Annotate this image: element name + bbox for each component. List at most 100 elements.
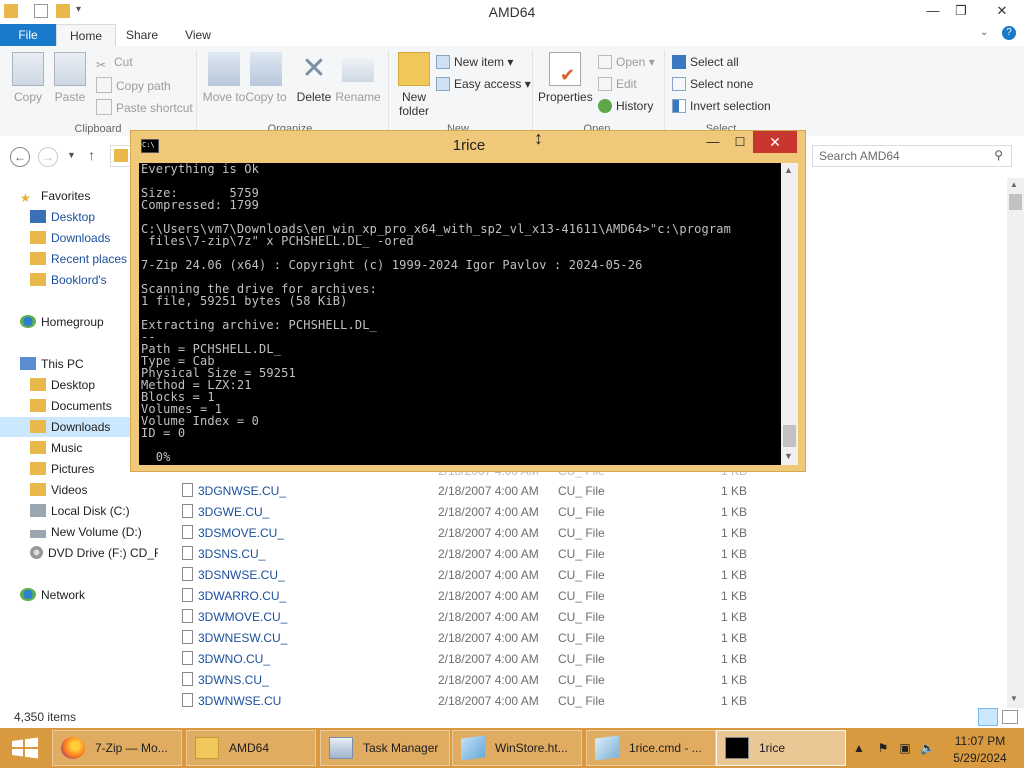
up-arrow-icon[interactable]: ↑ — [88, 147, 95, 163]
details-view-icon[interactable] — [978, 708, 998, 726]
tray-overflow-icon[interactable]: ▲ — [852, 741, 866, 755]
file-date: 2/18/2007 4:00 AM — [438, 484, 539, 498]
open-button[interactable]: Open ▾ — [598, 55, 655, 73]
cut-button[interactable]: ✂ Cut — [96, 55, 133, 73]
scroll-thumb[interactable] — [783, 425, 796, 447]
tab-home[interactable]: Home — [56, 24, 116, 47]
maximize-icon[interactable]: ❐ — [946, 0, 976, 22]
ribbon-expand-icon[interactable]: ⌄ — [980, 27, 988, 38]
nav-documents[interactable]: Documents — [30, 396, 112, 416]
copy-to-button[interactable]: Copy to — [242, 52, 290, 104]
console-output[interactable]: Everything is Ok Size: 5759 Compressed: … — [139, 163, 781, 465]
console-scrollbar[interactable] — [781, 163, 798, 465]
close-icon[interactable]: ✕ — [753, 131, 797, 153]
drive-icon — [30, 504, 46, 517]
nav-downloads[interactable]: Downloads — [30, 228, 110, 248]
volume-icon[interactable]: 🔈 — [920, 741, 935, 755]
select-none-button[interactable]: Select none — [672, 77, 753, 95]
help-icon[interactable]: ? — [1002, 26, 1016, 40]
delete-button[interactable]: ✕ Delete — [290, 52, 338, 104]
taskbar-button[interactable]: 1rice — [716, 730, 846, 766]
copy-button[interactable]: Copy — [4, 52, 52, 104]
edit-button[interactable]: Edit — [598, 77, 637, 95]
start-button[interactable] — [0, 728, 50, 768]
table-row[interactable]: 3DSNS.CU_ 2/18/2007 4:00 AM CU_ File 1 KB — [178, 544, 998, 565]
taskbar-button[interactable]: AMD64 — [186, 730, 316, 766]
nav-homegroup[interactable]: Homegroup — [20, 312, 104, 332]
nav-this-pc[interactable]: This PC — [20, 354, 84, 374]
nav-recent-places[interactable]: Recent places — [30, 249, 127, 269]
nav-music[interactable]: Music — [30, 438, 82, 458]
minimize-icon[interactable]: — — [918, 0, 948, 22]
table-row[interactable]: 3DWARRO.CU_ 2/18/2007 4:00 AM CU_ File 1 KB — [178, 586, 998, 607]
copy-path-icon — [96, 77, 112, 93]
tab-share[interactable]: Share — [116, 24, 168, 46]
nav-dvd-drive[interactable]: DVD Drive (F:) CD_R — [30, 543, 158, 563]
scroll-up-icon[interactable]: ▲ — [1010, 180, 1018, 189]
table-row[interactable]: 3DSNWSE.CU_ 2/18/2007 4:00 AM CU_ File 1 KB — [178, 565, 998, 586]
nav-local-disk[interactable]: Local Disk (C:) — [30, 501, 130, 521]
paste-shortcut-button[interactable]: Paste shortcut — [96, 99, 193, 117]
search-input[interactable]: Search AMD64 ⚲ — [812, 145, 1012, 167]
nav-pc-downloads[interactable]: Downloads — [30, 417, 110, 437]
invert-selection-button[interactable]: Invert selection — [672, 99, 771, 117]
close-icon[interactable]: ✕ — [980, 0, 1024, 22]
nav-pictures[interactable]: Pictures — [30, 459, 94, 479]
easy-access-button[interactable]: Easy access ▾ — [436, 77, 531, 95]
clock-date[interactable]: 5/29/2024 — [940, 751, 1020, 765]
table-row[interactable]: 3DWMOVE.CU_ 2/18/2007 4:00 AM CU_ File 1 KB — [178, 607, 998, 628]
nav-favorites[interactable]: ★ Favorites — [20, 186, 90, 206]
move-to-button[interactable]: Move to — [200, 52, 248, 104]
table-row[interactable]: 3DGWE.CU_ 2/18/2007 4:00 AM CU_ File 1 KB — [178, 502, 998, 523]
table-row[interactable]: 3DWNESW.CU_ 2/18/2007 4:00 AM CU_ File 1 KB — [178, 628, 998, 649]
table-row[interactable]: 3DWNWSE.CU 2/18/2007 4:00 AM CU_ File 1 KB — [178, 691, 998, 712]
large-icons-view-icon[interactable] — [1002, 710, 1018, 724]
clock-time[interactable]: 11:07 PM — [940, 734, 1020, 748]
table-row[interactable]: 3DWNS.CU_ 2/18/2007 4:00 AM CU_ File 1 KB — [178, 670, 998, 691]
scroll-down-icon[interactable]: ▼ — [784, 451, 793, 461]
file-size: 1 KB — [721, 631, 748, 645]
nav-pc-desktop[interactable]: Desktop — [30, 375, 95, 395]
properties-button[interactable]: ✔ Properties — [538, 52, 593, 104]
select-all-button[interactable]: Select all — [672, 55, 739, 73]
nav-desktop[interactable]: Desktop — [30, 207, 95, 227]
cmd-window[interactable]: C:\ 1rice — ☐ ✕ Everything is Ok Size: 5… — [130, 130, 806, 472]
table-row[interactable]: 3DSMOVE.CU_ 2/18/2007 4:00 AM CU_ File 1 KB — [178, 523, 998, 544]
network-status-icon[interactable]: ▣ — [898, 741, 912, 755]
table-row[interactable]: 3DGNWSE.CU_ 2/18/2007 4:00 AM CU_ File 1 KB — [178, 481, 998, 502]
new-folder-button[interactable]: New folder — [390, 52, 438, 118]
history-button[interactable]: History — [598, 99, 653, 117]
nav-new-volume[interactable]: New Volume (D:) — [30, 522, 142, 542]
maximize-icon[interactable]: ☐ — [727, 131, 753, 153]
taskbar-button[interactable]: 1rice.cmd - ... — [586, 730, 716, 766]
notepad-icon — [461, 735, 485, 761]
nav-booklords[interactable]: Booklord's — [30, 270, 107, 290]
nav-videos[interactable]: Videos — [30, 480, 87, 500]
minimize-icon[interactable]: — — [699, 131, 727, 153]
rename-button[interactable]: Rename — [334, 52, 382, 104]
flag-icon[interactable]: ⚑ — [876, 741, 890, 755]
new-item-button[interactable]: New item ▾ — [436, 55, 513, 73]
scroll-down-icon[interactable]: ▼ — [1010, 694, 1018, 703]
copy-path-button[interactable]: Copy path — [96, 77, 171, 95]
file-list-scrollbar[interactable] — [1007, 178, 1024, 708]
scroll-up-icon[interactable]: ▲ — [784, 165, 793, 175]
back-arrow-icon[interactable]: ← — [10, 147, 30, 167]
taskbar-button[interactable]: WinStore.ht... — [452, 730, 582, 766]
desktop-folder-icon — [30, 378, 46, 391]
forward-arrow-icon[interactable]: → — [38, 147, 58, 167]
tab-view[interactable]: View — [174, 24, 222, 46]
status-item-count: 4,350 items — [14, 710, 77, 724]
table-row[interactable]: 3DWNO.CU_ 2/18/2007 4:00 AM CU_ File 1 KB — [178, 649, 998, 670]
paste-button[interactable]: Paste — [46, 52, 94, 104]
taskbar-button[interactable]: Task Manager — [320, 730, 450, 766]
scroll-thumb[interactable] — [1009, 194, 1022, 210]
nav-network[interactable]: Network — [20, 585, 85, 605]
file-icon — [182, 546, 193, 560]
recent-locations-icon[interactable]: ▼ — [67, 150, 76, 160]
file-size: 1 KB — [721, 547, 748, 561]
taskbar-button[interactable]: 7-Zip — Mo... — [52, 730, 182, 766]
tab-file[interactable]: File — [0, 24, 56, 46]
address-bar[interactable] — [110, 145, 130, 167]
file-size: 1 KB — [721, 505, 748, 519]
